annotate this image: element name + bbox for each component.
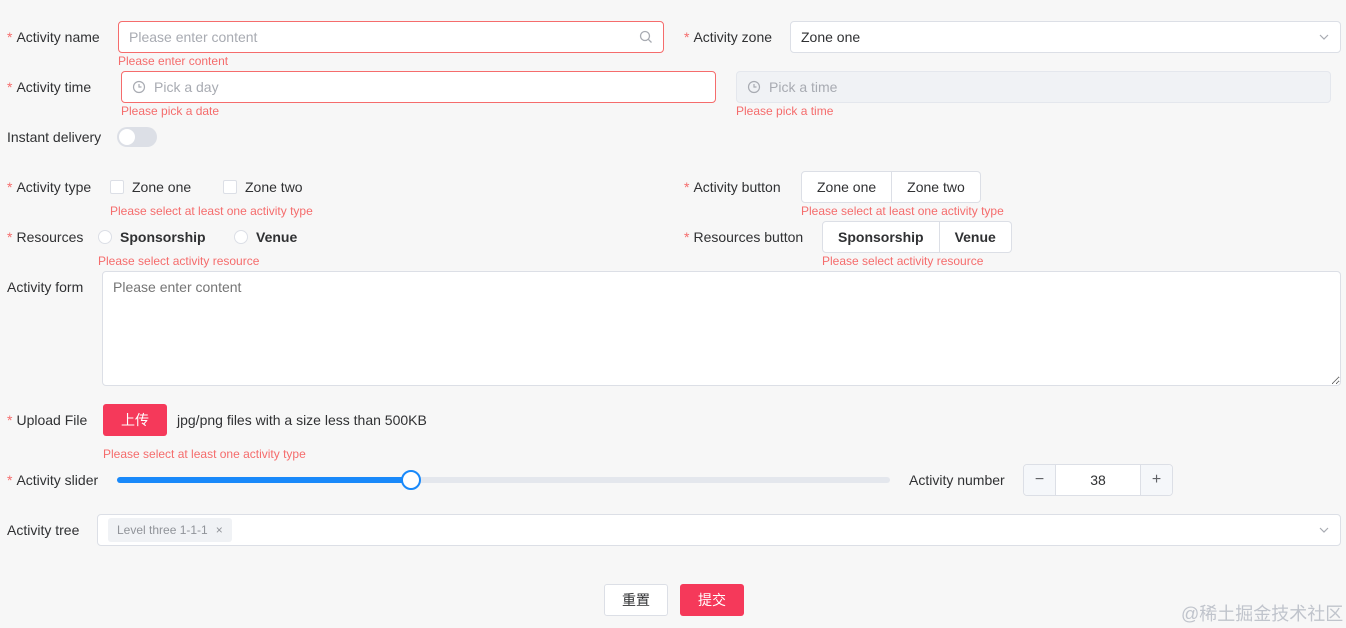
activity-time-placeholder: Pick a time [769, 79, 838, 95]
activity-time-error: Please pick a time [736, 104, 834, 118]
activity-button-zone-two[interactable]: Zone two [892, 171, 981, 203]
activity-tree-label: Activity tree [7, 522, 80, 538]
resources-button-venue[interactable]: Venue [939, 221, 1012, 253]
activity-type-error: Please select at least one activity type [110, 204, 313, 218]
resources-button-error: Please select activity resource [822, 254, 984, 268]
resources-radio-venue[interactable]: Venue [234, 221, 297, 253]
chevron-down-icon [1318, 524, 1330, 536]
slider-handle[interactable] [400, 470, 421, 490]
reset-button[interactable]: 重置 [604, 584, 668, 616]
resources-button-group: Sponsorship Venue [822, 221, 1012, 253]
activity-name-error: Please enter content [118, 54, 229, 68]
activity-date-error: Please pick a date [121, 104, 220, 118]
activity-slider-label: * Activity slider [7, 472, 99, 488]
increase-button[interactable]: + [1140, 465, 1172, 495]
activity-form-label: Activity form [7, 279, 84, 295]
activity-button-zone-one[interactable]: Zone one [801, 171, 893, 203]
switch-knob [119, 129, 135, 145]
selected-tag-label: Level three 1-1-1 [117, 523, 208, 537]
activity-time-label: * Activity time [7, 79, 92, 95]
activity-button-group: Zone one Zone two [801, 171, 981, 203]
activity-form-textarea[interactable] [102, 271, 1341, 386]
activity-date-picker[interactable]: Pick a day [121, 71, 716, 103]
upload-file-label: * Upload File [7, 412, 88, 428]
chevron-down-icon [1318, 31, 1330, 43]
activity-type-label: * Activity type [7, 179, 92, 195]
checkbox-box [110, 180, 124, 194]
resources-error: Please select activity resource [98, 254, 260, 268]
upload-button[interactable]: 上传 [103, 404, 167, 436]
activity-type-checkbox-zone-two[interactable]: Zone two [223, 171, 303, 203]
clock-icon [132, 80, 146, 94]
upload-error: Please select at least one activity type [103, 447, 306, 461]
activity-time-picker[interactable]: Pick a time [736, 71, 1331, 103]
activity-number-label: Activity number [909, 472, 1005, 488]
activity-date-placeholder: Pick a day [154, 79, 219, 95]
activity-zone-select[interactable]: Zone one [790, 21, 1341, 53]
submit-button[interactable]: 提交 [680, 584, 744, 616]
radio-circle [98, 230, 112, 244]
slider-bar [117, 477, 411, 483]
tag-close-icon[interactable]: × [216, 523, 223, 537]
resources-radio-sponsorship[interactable]: Sponsorship [98, 221, 206, 253]
activity-tree-select[interactable]: Level three 1-1-1 × [97, 514, 1341, 546]
clock-icon [747, 80, 761, 94]
activity-number-input: − 38 + [1023, 464, 1173, 496]
activity-button-label: * Activity button [684, 179, 781, 195]
activity-name-input[interactable]: Please enter content [118, 21, 664, 53]
activity-name-placeholder: Please enter content [129, 29, 258, 45]
instant-delivery-label: Instant delivery [7, 129, 102, 145]
watermark: @稀土掘金技术社区 [1181, 604, 1344, 624]
activity-name-label: * Activity name [7, 29, 100, 45]
selected-tag: Level three 1-1-1 × [108, 518, 232, 542]
activity-zone-value: Zone one [801, 29, 861, 45]
upload-hint: jpg/png files with a size less than 500K… [177, 412, 427, 428]
activity-number-value[interactable]: 38 [1056, 465, 1140, 495]
decrease-button[interactable]: − [1024, 465, 1056, 495]
resources-label: * Resources [7, 229, 84, 245]
activity-zone-label: * Activity zone [684, 29, 773, 45]
activity-slider[interactable] [117, 470, 890, 490]
resources-button-label: * Resources button [684, 229, 804, 245]
resources-button-sponsorship[interactable]: Sponsorship [822, 221, 940, 253]
activity-type-checkbox-zone-one[interactable]: Zone one [110, 171, 191, 203]
search-icon [639, 30, 653, 44]
instant-delivery-switch[interactable] [117, 127, 157, 147]
radio-circle [234, 230, 248, 244]
activity-button-error: Please select at least one activity type [801, 204, 1004, 218]
checkbox-box [223, 180, 237, 194]
